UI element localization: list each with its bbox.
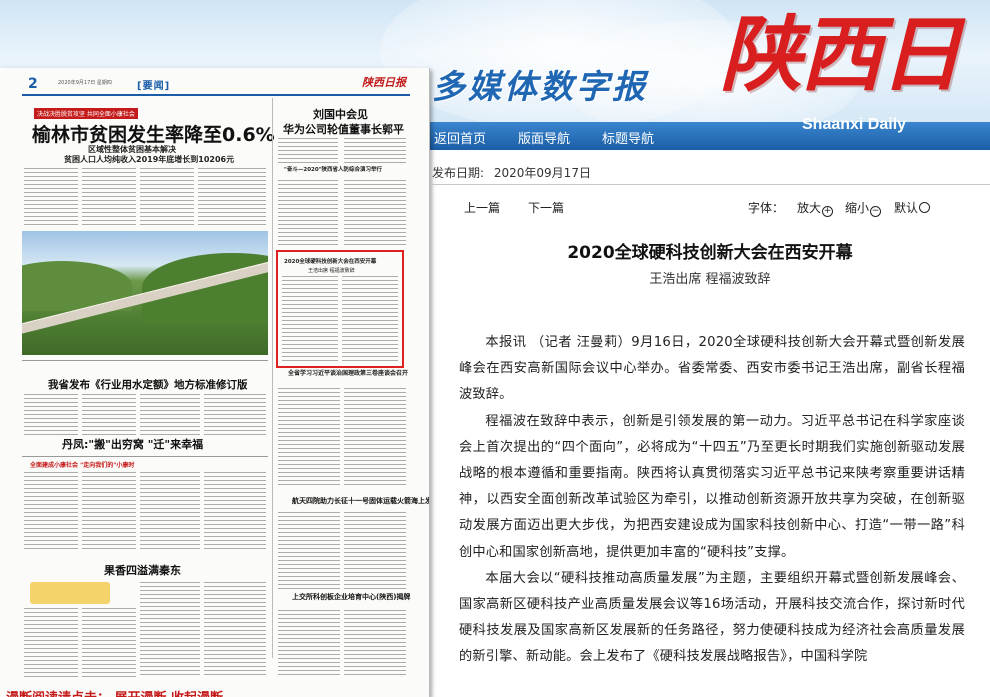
text-block [278,138,338,164]
logo-english: Shaanxi Daily [802,116,907,133]
article-paragraph: 本报讯 （记者 汪曼莉）9月16日，2020全球硬科技创新大会开幕式暨创新发展峰… [459,335,965,403]
page-number: 2 [28,76,38,92]
lead-tag: 决战决胜脱贫攻坚 共同全面小康社会 [34,108,138,119]
text-block [24,608,78,678]
text-block [24,472,78,552]
nav-home-link[interactable]: 返回首页 [434,128,486,147]
column-divider [272,98,273,658]
divider [430,184,990,185]
zoom-out-button[interactable]: 缩小 − [845,199,882,217]
zoom-out-label: 缩小 [845,201,870,215]
text-block [82,608,136,678]
text-block [140,394,200,436]
text-block [140,472,200,552]
text-block [278,388,340,486]
story-headline[interactable]: 全省学习习近平谈治国理政第三卷座谈会召开 [288,368,408,377]
scroll-reading-links[interactable]: 漫断阅读请点击： 展开漫断 收起漫断 [6,687,223,697]
text-block [344,138,406,164]
article-paragraph: 程福波在致辞中表示，创新是引领发展的第一动力。习近平总书记在科学家座谈会上首次提… [459,413,965,560]
font-size-label: 字体： [748,201,785,215]
story-headline[interactable]: 我省发布《行业用水定额》地方标准修订版 [48,377,248,392]
news-photo[interactable] [22,231,268,355]
story-headline[interactable]: 上交所科创板企业培育中心(陕西)揭牌 [292,592,410,602]
section-rule [22,456,268,457]
previous-article-link[interactable]: 上一篇 [464,199,500,216]
right-headline-2[interactable]: 华为公司轮值董事长郭平 [283,121,404,137]
text-block [204,394,266,436]
plus-icon: + [822,206,834,217]
article-title: 2020全球硬科技创新大会在西安开幕 [567,243,853,263]
text-block [204,582,266,678]
publish-date-label: 发布日期: [432,166,485,180]
story-headline[interactable]: 丹凤:"搬"出穷窝 "迁"来幸福 [62,436,203,452]
story-headline[interactable]: 果香四溢满秦东 [104,562,181,578]
text-block [24,168,78,228]
right-small-headline[interactable]: "奋斗—2020"陕西省人防综合演习举行 [284,165,382,173]
highlight-subtitle: 王浩出席 程福波致辞 [308,268,355,274]
nav-page-navigation-link[interactable]: 版面导航 [518,128,570,147]
article-paragraph: 本届大会以“硬科技推动高质量发展”为主题，主要组织开幕式暨创新发展峰会、国家高新… [459,570,965,665]
publish-date-value: 2020年09月17日 [493,166,591,180]
text-block [278,610,340,678]
story-headline[interactable]: 航天四院助力长征十一号固体运载火箭海上发射成功 [292,496,429,506]
reset-font-button[interactable]: 默认 [894,199,931,216]
circle-icon [919,202,931,213]
nav-title-navigation-link[interactable]: 标题导航 [602,128,654,147]
photo-caption-rule [22,360,268,361]
text-block [82,394,136,436]
text-block [344,610,406,678]
text-block [140,582,200,678]
next-article-link[interactable]: 下一篇 [528,199,564,216]
site-title: 多媒体数字报 [432,67,648,106]
text-block [198,168,266,228]
page-masthead: 陕西日报 [362,76,406,89]
text-block [24,394,78,436]
newspaper-page[interactable]: 2 2020年9月17日 星期四 [要闻] 陕西日报 决战决胜脱贫攻坚 共同全面… [0,68,430,697]
text-block [344,180,406,246]
text-block [344,388,406,486]
text-block [82,472,136,552]
text-block [140,168,194,228]
text-block [278,512,340,592]
page-section: [要闻] [137,81,171,92]
text-block [342,276,398,362]
zoom-in-button[interactable]: 放大 + [797,199,834,217]
header-rule [22,94,410,96]
text-block [282,276,338,362]
article-subtitle: 王浩出席 程福波致辞 [649,272,771,287]
page-date: 2020年9月17日 星期四 [58,80,112,86]
reset-label: 默认 [894,201,919,215]
decorative-banner [30,582,110,604]
lead-headline[interactable]: 榆林市贫困发生率降至0.6% [32,120,275,147]
right-headline[interactable]: 刘国中会见 [313,106,368,122]
logo: 陕西日报 [720,7,962,122]
text-block [344,512,406,592]
highlight-title: 2020全球硬科技创新大会在西安开幕 [284,259,377,265]
story-tag: 全面建成小康社会 "走向我们的"小康时 [30,462,135,469]
selected-article-highlight[interactable]: 2020全球硬科技创新大会在西安开幕 王浩出席 程福波致辞 [276,250,404,368]
minus-icon: − [870,206,882,217]
publish-date: 发布日期: 2020年09月17日 [432,164,591,181]
text-block [204,472,266,552]
lead-subhead-2: 贫困人口人均纯收入2019年底增长到10206元 [64,155,235,164]
text-block [278,180,338,246]
text-block [82,168,136,228]
zoom-in-label: 放大 [797,201,822,215]
article-body: 本报讯 （记者 汪曼莉）9月16日，2020全球硬科技创新大会开幕式暨创新发展峰… [459,330,965,671]
